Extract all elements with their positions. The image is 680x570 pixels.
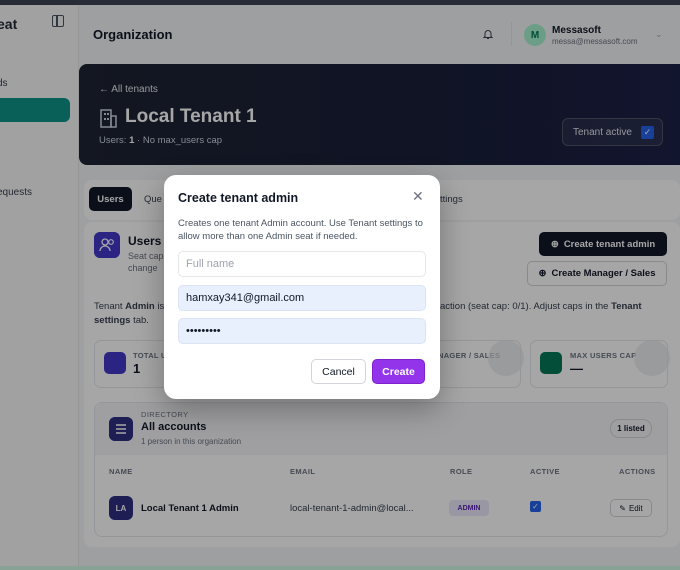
- password-input[interactable]: [178, 318, 426, 344]
- close-icon[interactable]: ✕: [412, 188, 424, 205]
- full-name-input[interactable]: [178, 251, 426, 277]
- email-input[interactable]: [178, 285, 426, 311]
- dialog-title: Create tenant admin: [178, 191, 299, 205]
- create-button[interactable]: Create: [372, 359, 425, 384]
- cancel-button[interactable]: Cancel: [311, 359, 366, 384]
- dialog-description: Creates one tenant Admin account. Use Te…: [178, 218, 423, 242]
- create-tenant-admin-dialog: Create tenant admin ✕ Creates one tenant…: [164, 175, 440, 399]
